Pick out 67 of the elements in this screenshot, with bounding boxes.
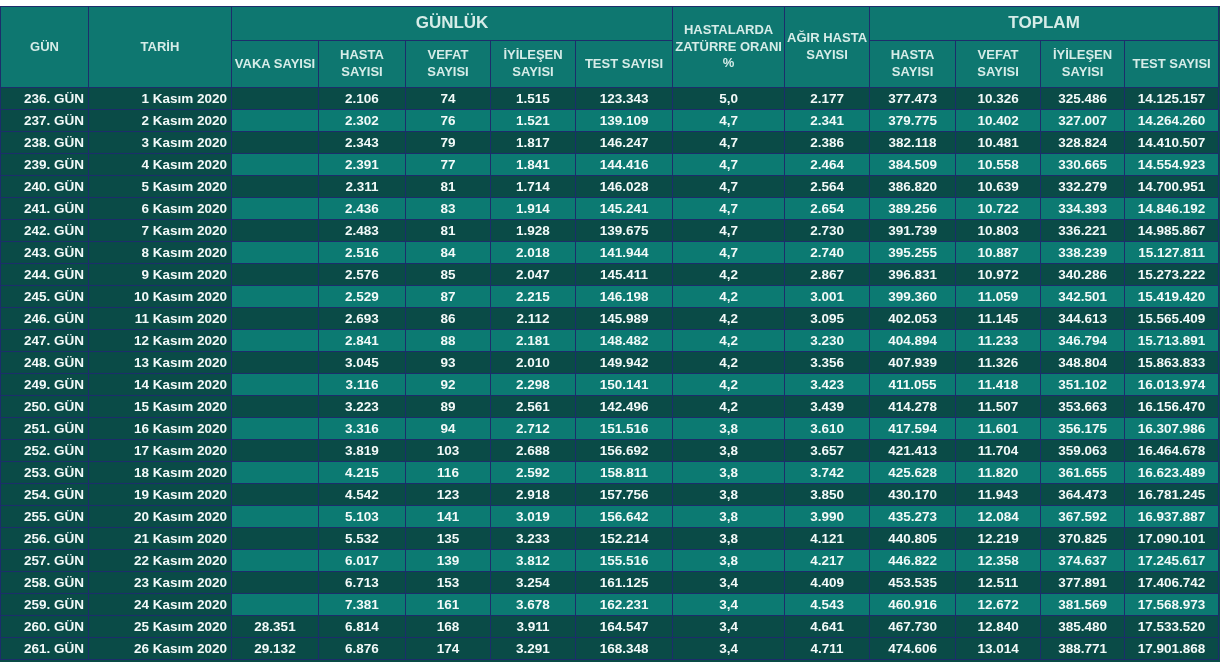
table-cell: 8 Kasım 2020	[88, 241, 232, 264]
table-cell: 20 Kasım 2020	[88, 505, 232, 528]
column-header: AĞIR HASTA SAYISI	[784, 6, 870, 88]
column-header: VAKA SAYISI	[231, 40, 319, 88]
table-cell: 259. GÜN	[0, 593, 89, 616]
table-cell: 246. GÜN	[0, 307, 89, 330]
table-cell: 255. GÜN	[0, 505, 89, 528]
column-header: İYİLEŞEN SAYISI	[1040, 40, 1125, 88]
table-cell: 19 Kasım 2020	[88, 483, 232, 506]
table-cell: 15 Kasım 2020	[88, 395, 232, 418]
column-header: HASTALARDA ZATÜRRE ORANI %	[672, 6, 785, 88]
table-cell: 260. GÜN	[0, 615, 89, 638]
table-cell: 5 Kasım 2020	[88, 175, 232, 198]
table-cell: 7 Kasım 2020	[88, 219, 232, 242]
column-header: VEFAT SAYISI	[955, 40, 1041, 88]
column-header: TARİH	[88, 6, 232, 88]
table-cell: 252. GÜN	[0, 439, 89, 462]
table-cell: 9 Kasım 2020	[88, 263, 232, 286]
table-cell: 247. GÜN	[0, 329, 89, 352]
table-cell: 18 Kasım 2020	[88, 461, 232, 484]
table-cell: 257. GÜN	[0, 549, 89, 572]
table-cell: 253. GÜN	[0, 461, 89, 484]
table-cell: 245. GÜN	[0, 285, 89, 308]
column-header: HASTA SAYISI	[869, 40, 956, 88]
table-cell: 248. GÜN	[0, 351, 89, 374]
table-cell: 23 Kasım 2020	[88, 571, 232, 594]
table-cell: 240. GÜN	[0, 175, 89, 198]
table-cell: 244. GÜN	[0, 263, 89, 286]
group-header: TOPLAM	[869, 6, 1219, 41]
table-cell: 1 Kasım 2020	[88, 87, 232, 110]
table-cell: 24 Kasım 2020	[88, 593, 232, 616]
table-cell: 22 Kasım 2020	[88, 549, 232, 572]
table-cell: 21 Kasım 2020	[88, 527, 232, 550]
table-cell: 12 Kasım 2020	[88, 329, 232, 352]
table-cell: 258. GÜN	[0, 571, 89, 594]
table-cell: 254. GÜN	[0, 483, 89, 506]
table-cell: 249. GÜN	[0, 373, 89, 396]
table-cell: 13 Kasım 2020	[88, 351, 232, 374]
column-header: HASTA SAYISI	[318, 40, 406, 88]
column-header: TEST SAYISI	[575, 40, 673, 88]
table-cell: 238. GÜN	[0, 131, 89, 154]
table-cell: 11 Kasım 2020	[88, 307, 232, 330]
table-cell: 243. GÜN	[0, 241, 89, 264]
table-cell: 17 Kasım 2020	[88, 439, 232, 462]
column-header: İYİLEŞEN SAYISI	[490, 40, 576, 88]
column-header: GÜN	[0, 6, 89, 88]
table-cell: 241. GÜN	[0, 197, 89, 220]
table-cell: 256. GÜN	[0, 527, 89, 550]
table-cell: 10 Kasım 2020	[88, 285, 232, 308]
column-header: VEFAT SAYISI	[405, 40, 491, 88]
table-cell: 14 Kasım 2020	[88, 373, 232, 396]
table-cell: 239. GÜN	[0, 153, 89, 176]
table-cell: 236. GÜN	[0, 87, 89, 110]
table-cell: 26 Kasım 2020	[88, 637, 232, 660]
table-cell: 25 Kasım 2020	[88, 615, 232, 638]
table-cell: 4 Kasım 2020	[88, 153, 232, 176]
table-cell: 237. GÜN	[0, 109, 89, 132]
table-cell: 6 Kasım 2020	[88, 197, 232, 220]
table-cell: 2 Kasım 2020	[88, 109, 232, 132]
table-cell: 16 Kasım 2020	[88, 417, 232, 440]
group-header: GÜNLÜK	[231, 6, 673, 41]
table-cell: 261. GÜN	[0, 637, 89, 660]
table-cell: 3 Kasım 2020	[88, 131, 232, 154]
table-cell: 242. GÜN	[0, 219, 89, 242]
table-cell: 251. GÜN	[0, 417, 89, 440]
table-cell: 250. GÜN	[0, 395, 89, 418]
column-header: TEST SAYISI	[1124, 40, 1219, 88]
